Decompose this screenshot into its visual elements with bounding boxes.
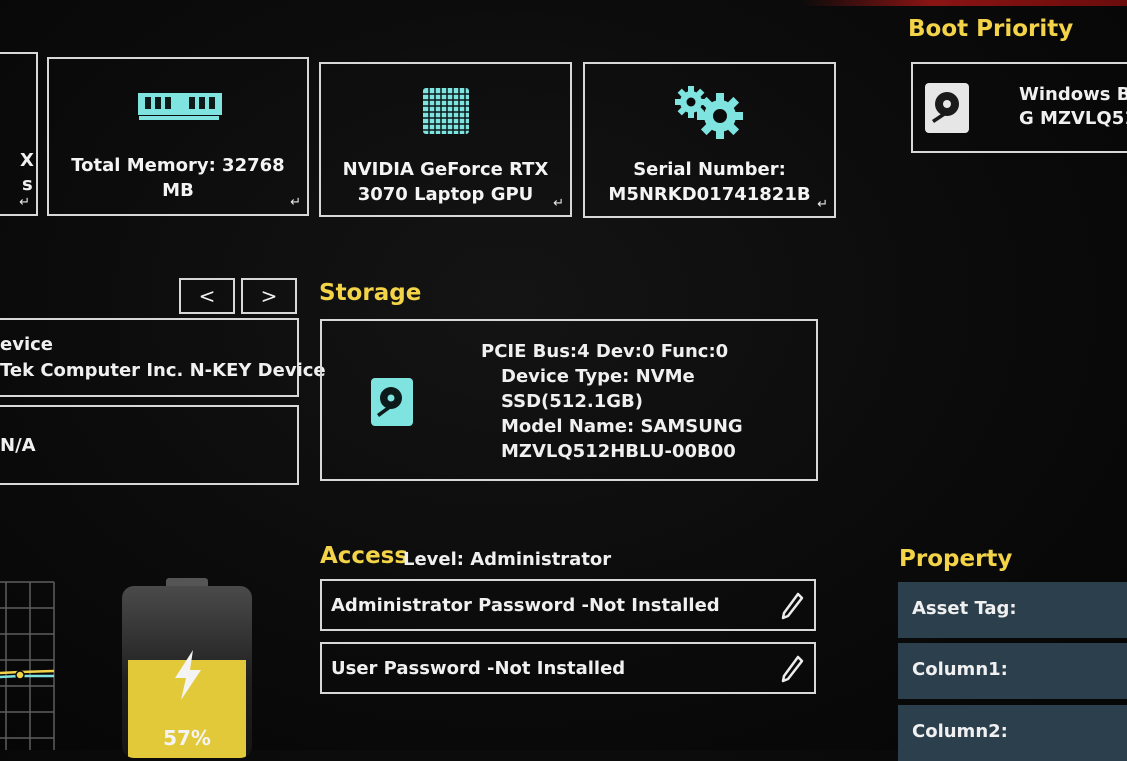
- top-red-accent: [800, 0, 1127, 6]
- asset-tag-row[interactable]: Asset Tag:: [898, 582, 1127, 638]
- graph-marker: [15, 670, 25, 680]
- partial-card-line1: X: [20, 150, 34, 171]
- access-title: Access: [320, 543, 409, 569]
- partial-info-card[interactable]: X s ↵: [0, 52, 38, 216]
- gears-icon: [675, 86, 743, 139]
- device-item-2[interactable]: N/A: [0, 405, 299, 485]
- storage-line-bus: PCIE Bus:4 Dev:0 Func:0: [481, 341, 729, 362]
- serial-line1: Serial Number:: [633, 159, 786, 180]
- access-level: Level: Administrator: [403, 549, 612, 570]
- storage-item[interactable]: PCIE Bus:4 Dev:0 Func:0 Device Type: NVM…: [320, 319, 818, 481]
- memory-stick-icon: [138, 93, 222, 120]
- column2-row[interactable]: Column2:: [898, 705, 1127, 761]
- battery-widget: 57%: [122, 578, 252, 758]
- column1-label: Column1:: [912, 659, 1008, 680]
- battery-percent: 57%: [163, 726, 211, 750]
- hard-drive-icon: [925, 83, 969, 133]
- storage-line-model: Model Name: SAMSUNG: [501, 416, 743, 437]
- storage-title: Storage: [319, 280, 422, 306]
- user-password-label: User Password -Not Installed: [331, 658, 626, 679]
- property-title: Property: [899, 546, 1013, 572]
- asset-tag-label: Asset Tag:: [912, 598, 1017, 619]
- graph-line-teal: [0, 674, 54, 679]
- gpu-card[interactable]: NVIDIA GeForce RTX 3070 Laptop GPU ↵: [319, 62, 572, 217]
- gpu-line2: 3070 Laptop GPU: [357, 184, 534, 205]
- administrator-password-label: Administrator Password -Not Installed: [331, 595, 720, 616]
- device-item-2-value: N/A: [0, 435, 36, 456]
- lightning-icon: [175, 650, 201, 700]
- boot-item-line2: G MZVLQ51: [1019, 108, 1127, 129]
- storage-line-type: Device Type: NVMe: [501, 366, 695, 387]
- boot-priority-title: Boot Priority: [908, 16, 1074, 42]
- next-page-button[interactable]: >: [241, 278, 297, 314]
- expand-icon: ↵: [553, 196, 564, 211]
- administrator-password-row[interactable]: Administrator Password -Not Installed: [320, 579, 816, 631]
- pencil-icon[interactable]: [780, 655, 804, 683]
- memory-line1: Total Memory: 32768: [71, 155, 285, 176]
- boot-item[interactable]: Windows Bo G MZVLQ51: [911, 62, 1127, 153]
- column1-row[interactable]: Column1:: [898, 643, 1127, 699]
- memory-card[interactable]: Total Memory: 32768 MB ↵: [47, 57, 309, 216]
- device-item-line1: evice: [0, 334, 53, 355]
- prev-page-button[interactable]: <: [179, 278, 235, 314]
- pencil-icon[interactable]: [780, 592, 804, 620]
- column2-label: Column2:: [912, 721, 1008, 742]
- graph-line-yellow: [0, 669, 55, 675]
- hard-drive-icon: [371, 378, 413, 426]
- storage-line-model-number: MZVLQ512HBLU-00B00: [501, 441, 736, 462]
- expand-icon: ↵: [290, 195, 301, 210]
- storage-line-size: SSD(512.1GB): [501, 391, 643, 412]
- expand-icon: ↵: [19, 195, 30, 210]
- usage-graph: [0, 581, 55, 750]
- partial-card-line2: s: [22, 174, 33, 195]
- serial-line2: M5NRKD01741821B: [608, 184, 811, 205]
- user-password-row[interactable]: User Password -Not Installed: [320, 642, 816, 694]
- device-item[interactable]: evice Tek Computer Inc. N-KEY Device: [0, 318, 326, 397]
- expand-icon: ↵: [817, 197, 828, 212]
- device-item-line2: Tek Computer Inc. N-KEY Device: [0, 360, 326, 381]
- serial-card[interactable]: Serial Number: M5NRKD01741821B ↵: [583, 62, 836, 218]
- boot-item-line1: Windows Bo: [1019, 84, 1127, 105]
- gpu-chip-icon: [423, 88, 469, 134]
- memory-line2: MB: [162, 180, 194, 201]
- gpu-line1: NVIDIA GeForce RTX: [342, 159, 549, 180]
